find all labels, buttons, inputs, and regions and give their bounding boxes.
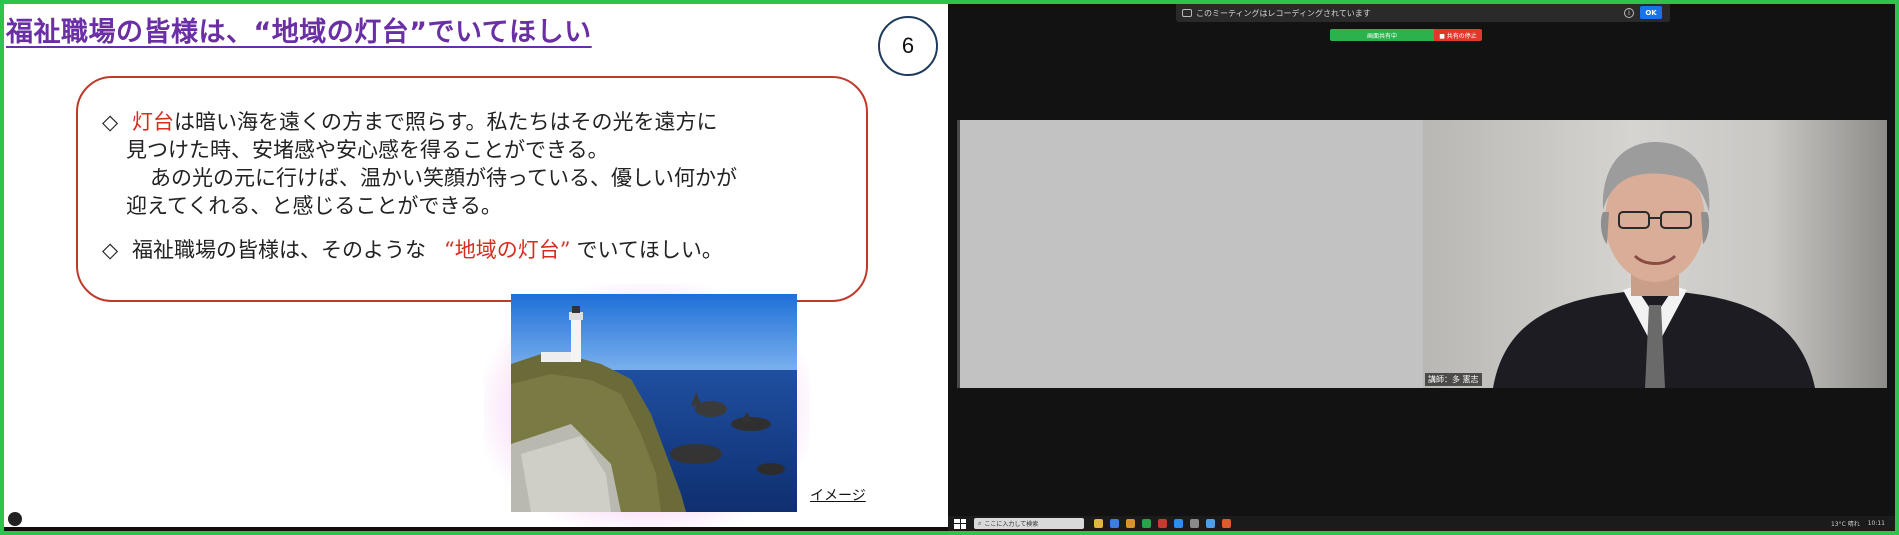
stop-share-button[interactable]: ■ 共有の停止 [1434,29,1482,41]
bullet-1-line-4: 迎えてくれる、と感じることができる。 [126,194,502,218]
highlight-lighthouse: 灯台 [132,110,174,134]
app-icon[interactable] [1174,519,1183,528]
bullet-1-line-2: 見つけた時、安堵感や安心感を得ることができる。 [126,138,609,162]
speaker-video [1493,142,1815,388]
image-caption: イメージ [810,488,866,504]
slide-control-icon[interactable] [8,512,22,526]
app-icon[interactable] [1126,519,1135,528]
bullet-box: ◇ 灯台は暗い海を遠くの方まで照らす。私たちはその光を遠方に 見つけた時、安堵感や… [76,76,868,302]
bullet-2-text-after: でいてほしい。 [576,238,723,262]
slide-title: 福祉職場の皆様は、“地域の灯台”でいてほしい [6,17,592,48]
page-number-badge: 6 [878,16,938,76]
bullet-1-line-1: ◇ 灯台は暗い海を遠くの方まで照らす。私たちはその光を遠方に [102,108,717,136]
bullet-1-text: は暗い海を遠くの方まで照らす。私たちはその光を遠方に [174,110,718,134]
meeting-window: このミーティングはレコーディングされています i OK 画面共有中 ■ 共有の停… [948,4,1895,516]
taskbar-app-icons [1094,519,1231,528]
search-placeholder: ここに入力して検索 [984,521,1039,528]
sharing-label: 画面共有中 [1366,32,1397,40]
lighthouse-photo [511,294,797,512]
screen-share-toolbar: 画面共有中 ■ 共有の停止 [1330,29,1482,41]
speaker-name-label: 講師：多 憲志 [1425,373,1482,386]
weather-text[interactable]: 13°C 晴れ [1831,519,1860,528]
record-icon [1182,9,1192,17]
app-icon[interactable] [1094,519,1103,528]
recording-banner: このミーティングはレコーディングされています i OK [1176,4,1670,22]
windows-start-icon[interactable] [954,518,966,529]
taskbar-search[interactable]: ⌕ ここに入力して検索 [974,518,1084,529]
diamond-bullet-icon: ◇ [102,110,119,134]
bullet-2-text-before: 福祉職場の皆様は、そのような [132,238,426,262]
search-icon: ⌕ [978,519,982,527]
system-tray: 13°C 晴れ 10:11 [1831,519,1885,528]
info-icon[interactable]: i [1624,8,1634,18]
video-tile-empty[interactable] [957,120,1423,388]
app-icon[interactable] [1222,519,1231,528]
app-icon[interactable] [1158,519,1167,528]
app-icon[interactable] [1110,519,1119,528]
video-strip: 講師：多 憲志 [957,120,1887,388]
presentation-slide: 福祉職場の皆様は、“地域の灯台”でいてほしい 6 ◇ 灯台は暗い海を遠くの方まで照… [4,4,948,527]
bullet-1-line-3: あの光の元に行けば、温かい笑顔が待っている、優しい何かが [150,166,737,190]
windows-taskbar: ⌕ ここに入力して検索 13°C 晴れ 10:11 [948,516,1895,531]
clock-text[interactable]: 10:11 [1868,520,1885,527]
recording-text: このミーティングはレコーディングされています [1196,8,1371,18]
app-icon[interactable] [1142,519,1151,528]
diamond-bullet-icon: ◇ [102,238,119,262]
bullet-2: ◇ 福祉職場の皆様は、そのような “地域の灯台” でいてほしい。 [102,236,723,264]
app-icon[interactable] [1206,519,1215,528]
video-tile-speaker[interactable]: 講師：多 憲志 [1423,120,1887,388]
sharing-indicator[interactable]: 画面共有中 [1330,29,1434,41]
ok-button[interactable]: OK [1640,6,1662,19]
highlight-community-lighthouse: “地域の灯台” [444,238,571,262]
app-icon[interactable] [1190,519,1199,528]
